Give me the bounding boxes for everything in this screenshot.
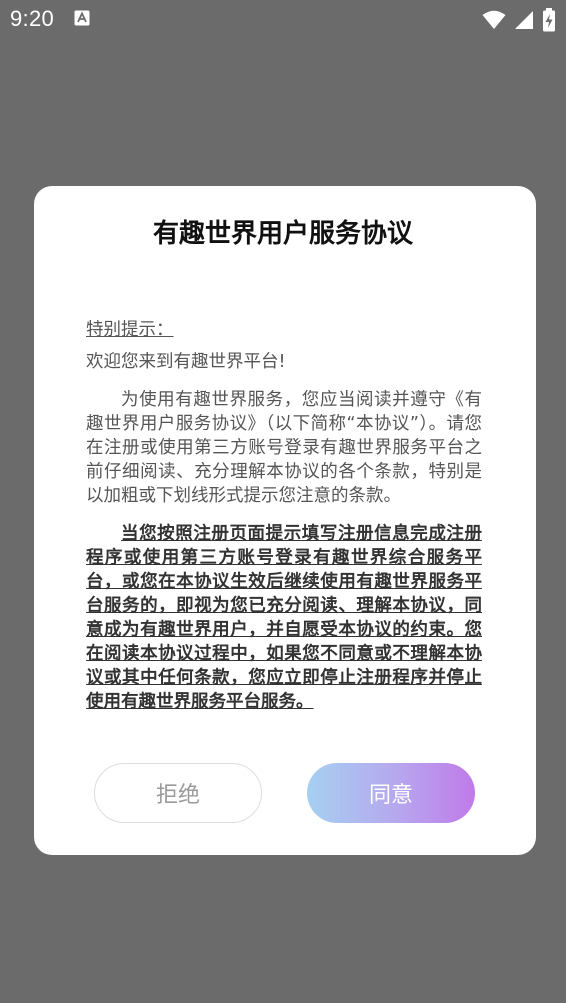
status-icons <box>482 8 556 36</box>
welcome-text: 欢迎您来到有趣世界平台! <box>86 352 286 372</box>
agree-button[interactable]: 同意 <box>307 763 475 823</box>
agreement-paragraph-2: 当您按照注册页面提示填写注册信息完成注册程序或使用第三方账号登录有趣世界综合服务… <box>86 524 482 712</box>
battery-charging-icon <box>542 8 556 36</box>
signal-icon <box>514 10 534 34</box>
agreement-paragraph-1: 为使用有趣世界服务，您应当阅读并遵守《有趣世界用户服务协议》（以下简称“本协议”… <box>86 390 482 506</box>
dialog-title: 有趣世界用户服务协议 <box>152 219 413 249</box>
status-bar: 9:20 <box>0 0 566 38</box>
status-time: 9:20 <box>10 6 55 31</box>
wifi-icon <box>482 10 506 34</box>
reject-button[interactable]: 拒绝 <box>94 763 262 823</box>
special-tip-label: 特别提示： <box>86 320 174 340</box>
agreement-content[interactable]: 特别提示： 欢迎您来到有趣世界平台! 为使用有趣世界服务，您应当阅读并遵守《有趣… <box>86 318 482 730</box>
a-notification-icon <box>74 10 90 26</box>
